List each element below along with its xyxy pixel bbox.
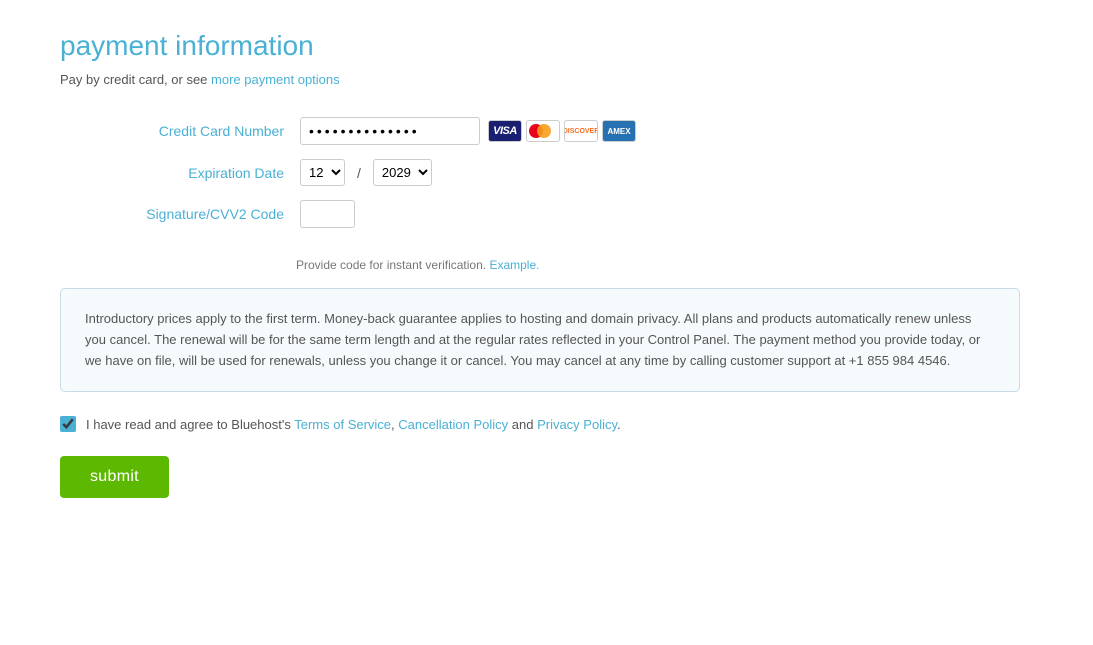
tos-link[interactable]: Terms of Service (294, 417, 391, 432)
agree-checkbox[interactable] (60, 416, 76, 432)
payment-form: Credit Card Number VISA DISCOVER AMEX (80, 117, 1033, 228)
expiration-year-select[interactable]: 2024202520262027202820292030203120322033… (373, 159, 432, 186)
cvv-hint: Provide code for instant verification. E… (296, 258, 1033, 272)
visa-icon: VISA (488, 120, 522, 142)
agreement-label: I have read and agree to Bluehost's Term… (86, 417, 621, 432)
expiration-row: Expiration Date 010203040506070809101112… (80, 159, 1033, 186)
cvv-example-link[interactable]: Example. (489, 258, 539, 272)
credit-card-input[interactable] (300, 117, 480, 145)
cvv-wrap (300, 200, 355, 228)
discover-icon: DISCOVER (564, 120, 598, 142)
expiration-wrap: 010203040506070809101112 / 2024202520262… (300, 159, 432, 186)
subtitle: Pay by credit card, or see more payment … (60, 72, 1033, 87)
submit-button[interactable]: submit (60, 456, 169, 498)
cvv-input[interactable] (300, 200, 355, 228)
page-title: payment information (60, 30, 1033, 62)
cvv-row: Signature/CVV2 Code (80, 200, 1033, 228)
expiry-separator: / (353, 165, 365, 181)
agreement-row: I have read and agree to Bluehost's Term… (60, 416, 1033, 432)
info-box-text: Introductory prices apply to the first t… (85, 309, 995, 371)
credit-card-label: Credit Card Number (80, 123, 300, 139)
cvv-label: Signature/CVV2 Code (80, 206, 300, 222)
more-payment-options-link[interactable]: more payment options (211, 72, 340, 87)
info-box: Introductory prices apply to the first t… (60, 288, 1020, 392)
cancellation-link[interactable]: Cancellation Policy (398, 417, 508, 432)
card-icons: VISA DISCOVER AMEX (488, 120, 636, 142)
privacy-link[interactable]: Privacy Policy (537, 417, 617, 432)
mastercard-icon (526, 120, 560, 142)
expiration-month-select[interactable]: 010203040506070809101112 (300, 159, 345, 186)
credit-card-row: Credit Card Number VISA DISCOVER AMEX (80, 117, 1033, 145)
expiration-label: Expiration Date (80, 165, 300, 181)
amex-icon: AMEX (602, 120, 636, 142)
credit-card-wrap: VISA DISCOVER AMEX (300, 117, 636, 145)
